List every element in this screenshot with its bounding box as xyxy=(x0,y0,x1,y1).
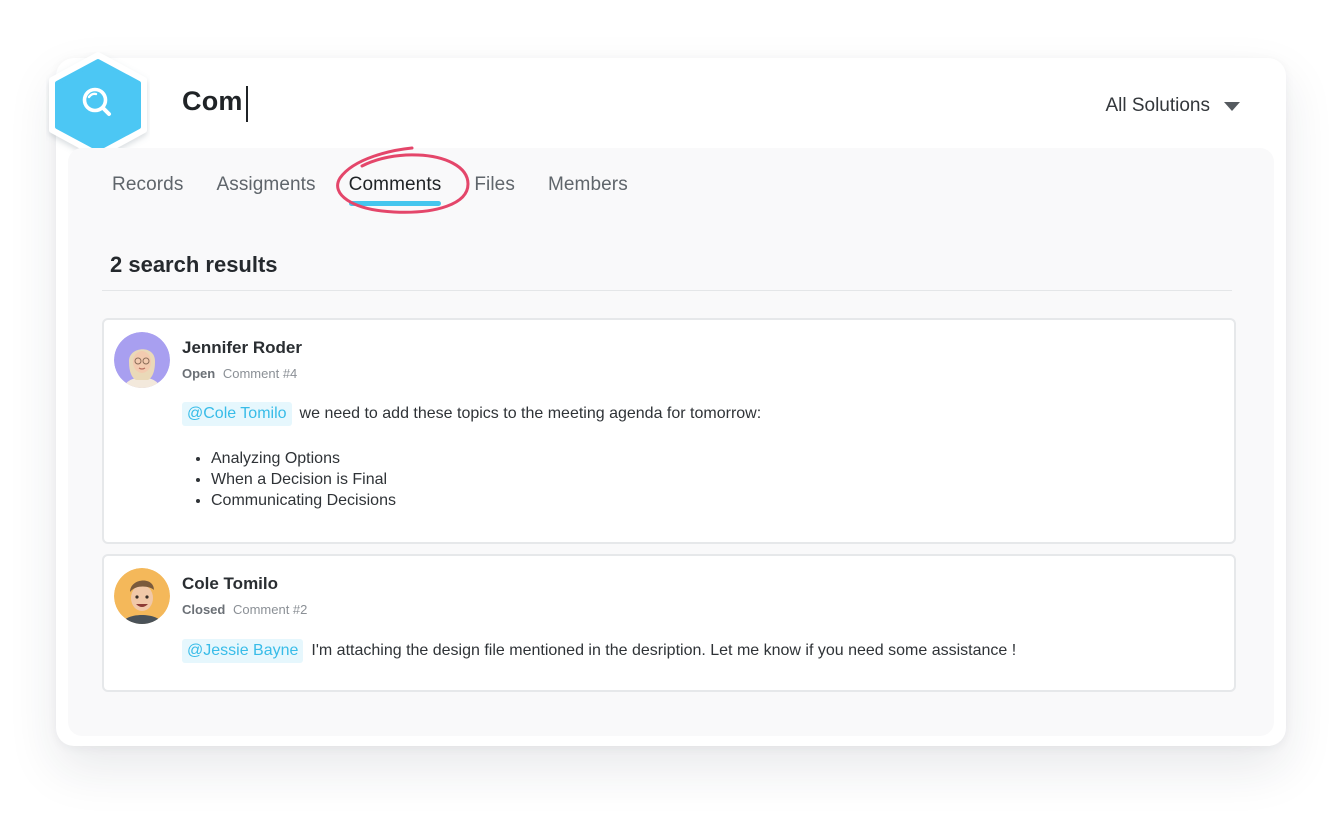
comment-ref: Comment #2 xyxy=(232,602,308,617)
comment-ref: Comment #4 xyxy=(222,366,298,381)
list-item: When a Decision is Final xyxy=(196,469,396,490)
tab-comments[interactable]: Comments xyxy=(348,174,442,206)
topic-list: Analyzing Options When a Decision is Fin… xyxy=(196,448,396,511)
list-item: Analyzing Options xyxy=(196,448,396,469)
search-modal-stage: Com All Solutions Records Assigments Com… xyxy=(0,0,1340,814)
comment-meta: Open Comment #4 xyxy=(182,366,297,381)
comment-author: Cole Tomilo xyxy=(182,574,279,593)
bullet-icon xyxy=(196,477,200,482)
list-item-text: Analyzing Options xyxy=(211,450,340,467)
chevron-down-icon xyxy=(1224,101,1240,111)
comment-author: Jennifer Roder xyxy=(182,338,302,357)
results-count-heading: 2 search results xyxy=(110,252,278,277)
comment-result-card[interactable]: Cole Tomilo Closed Comment #2 @Jessie Ba… xyxy=(102,554,1236,692)
tab-assigments[interactable]: Assigments xyxy=(216,174,315,206)
search-input[interactable]: Com xyxy=(182,86,243,117)
tab-comments-label: Comments xyxy=(348,174,442,195)
comment-meta: Closed Comment #2 xyxy=(182,602,307,617)
list-item: Communicating Decisions xyxy=(196,490,396,511)
results-area: Records Assigments Comments Files Member… xyxy=(68,146,1274,736)
search-icon xyxy=(49,52,147,158)
solutions-dropdown[interactable]: All Solutions xyxy=(1105,95,1240,117)
avatar xyxy=(114,332,170,388)
divider xyxy=(102,290,1232,291)
bullet-icon xyxy=(196,498,200,503)
mention-tag[interactable]: @Cole Tomilo xyxy=(182,402,292,426)
comment-status: Closed xyxy=(182,602,226,617)
tab-members[interactable]: Members xyxy=(548,174,628,206)
mention-tag[interactable]: @Jessie Bayne xyxy=(182,639,304,663)
list-item-text: Communicating Decisions xyxy=(211,492,396,509)
comment-body: @Cole Tomilo we need to add these topics… xyxy=(182,402,761,426)
comment-text: we need to add these topics to the meeti… xyxy=(299,405,762,422)
comment-status: Open xyxy=(182,366,216,381)
solutions-dropdown-label: All Solutions xyxy=(1105,95,1210,116)
comment-result-card[interactable]: Jennifer Roder Open Comment #4 @Cole Tom… xyxy=(102,318,1236,544)
avatar xyxy=(114,568,170,624)
bullet-icon xyxy=(196,456,200,461)
comment-text: I'm attaching the design file mentioned … xyxy=(311,642,1017,659)
search-hex-badge xyxy=(46,52,150,158)
tab-records[interactable]: Records xyxy=(112,174,183,206)
tab-bar: Records Assigments Comments Files Member… xyxy=(112,174,661,206)
comment-body: @Jessie Bayne I'm attaching the design f… xyxy=(182,639,1016,663)
text-caret xyxy=(246,86,248,122)
list-item-text: When a Decision is Final xyxy=(211,471,388,488)
active-tab-indicator xyxy=(348,201,442,206)
tab-files[interactable]: Files xyxy=(474,174,515,206)
